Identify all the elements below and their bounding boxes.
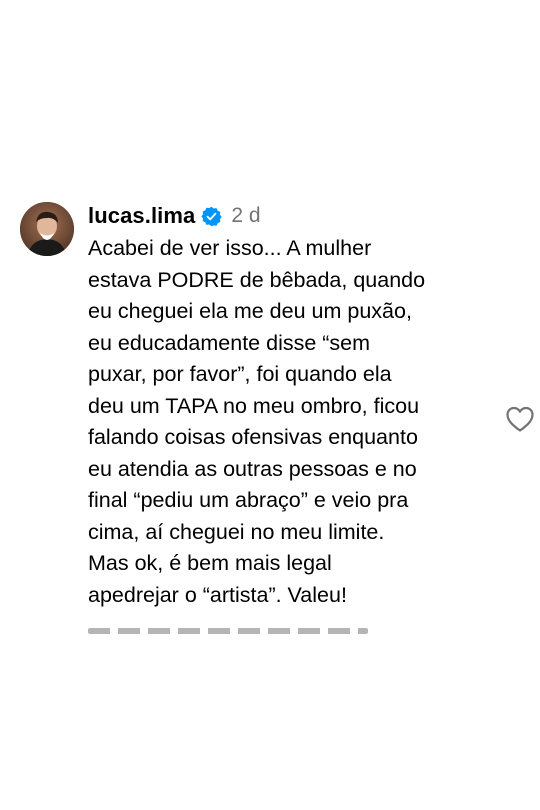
heart-outline-icon[interactable]: [505, 405, 535, 433]
timestamp: 2 d: [231, 204, 261, 227]
comment-header: lucas.lima 2 d: [88, 199, 480, 233]
truncated-row: [88, 622, 368, 634]
comment-text: Acabei de ver isso... A mulher estava PO…: [88, 236, 426, 607]
comment-body: lucas.lima 2 d Acabei de ver isso... A m…: [88, 199, 480, 611]
avatar[interactable]: [20, 202, 74, 256]
username[interactable]: lucas.lima: [88, 203, 195, 229]
verified-badge-icon: [201, 206, 223, 227]
